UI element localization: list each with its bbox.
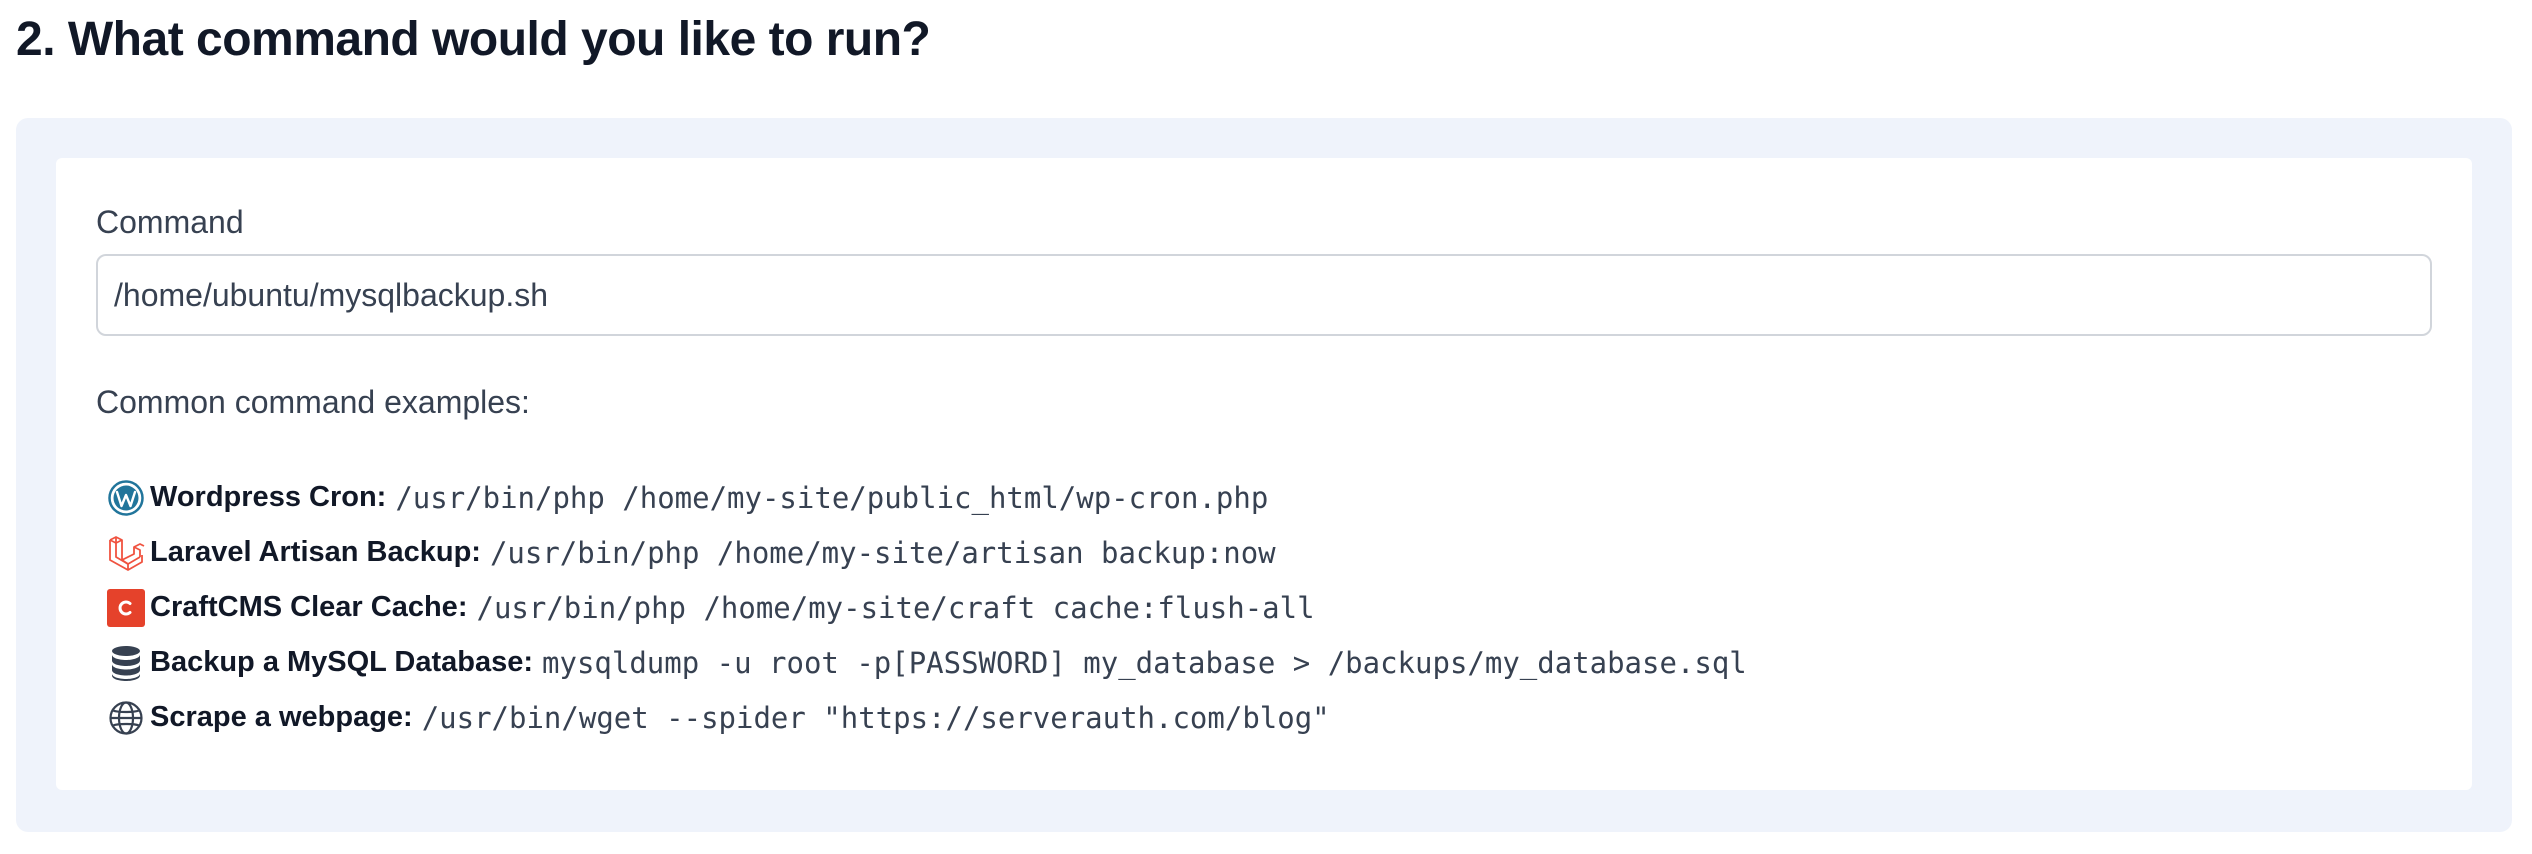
example-name: CraftCMS Clear Cache: (150, 591, 468, 623)
laravel-icon (106, 533, 146, 573)
example-command: mysqldump -u root -p[PASSWORD] my_databa… (542, 645, 1747, 680)
database-icon (106, 643, 146, 683)
example-command: /usr/bin/wget --spider "https://serverau… (421, 700, 1330, 735)
example-scrape-webpage[interactable]: Scrape a webpage: /usr/bin/wget --spider… (106, 690, 1747, 745)
example-wordpress-cron[interactable]: Wordpress Cron: /usr/bin/php /home/my-si… (106, 470, 1747, 525)
example-craftcms-clear-cache[interactable]: CraftCMS Clear Cache: /usr/bin/php /home… (106, 580, 1747, 635)
section-title: 2. What command would you like to run? (16, 13, 931, 66)
examples-heading: Common command examples: (96, 384, 530, 420)
example-name: Scrape a webpage: (150, 701, 413, 733)
craftcms-icon (106, 588, 146, 628)
command-card: Command Common command examples: Wordpre… (56, 158, 2472, 790)
example-name: Backup a MySQL Database: (150, 646, 534, 678)
command-label: Command (96, 204, 244, 240)
example-mysql-backup[interactable]: Backup a MySQL Database: mysqldump -u ro… (106, 635, 1747, 690)
command-input[interactable] (96, 254, 2432, 336)
example-name: Wordpress Cron: (150, 481, 387, 513)
examples-list: Wordpress Cron: /usr/bin/php /home/my-si… (106, 470, 1747, 745)
example-command: /usr/bin/php /home/my-site/craft cache:f… (476, 590, 1315, 625)
example-laravel-backup[interactable]: Laravel Artisan Backup: /usr/bin/php /ho… (106, 525, 1747, 580)
wordpress-icon (106, 478, 146, 518)
page: 2. What command would you like to run? C… (0, 0, 2532, 854)
example-command: /usr/bin/php /home/my-site/artisan backu… (489, 535, 1276, 570)
example-command: /usr/bin/php /home/my-site/public_html/w… (395, 480, 1269, 515)
example-name: Laravel Artisan Backup: (150, 536, 481, 568)
command-panel: Command Common command examples: Wordpre… (16, 118, 2512, 832)
globe-icon (106, 698, 146, 738)
